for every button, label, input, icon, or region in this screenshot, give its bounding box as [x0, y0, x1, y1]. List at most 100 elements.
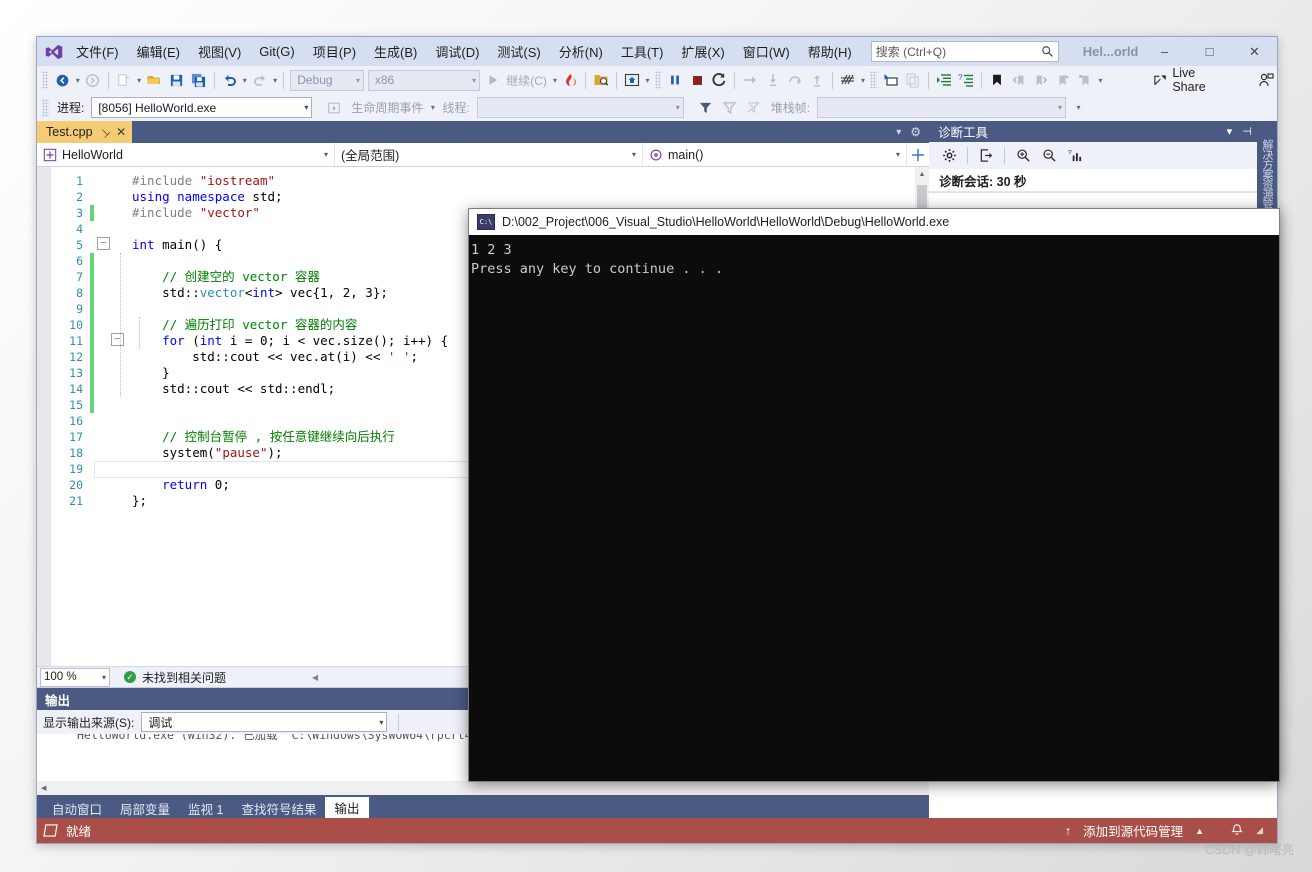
issue-nav-left-icon[interactable]: ◀	[312, 673, 318, 682]
browse-with-icon[interactable]	[590, 69, 612, 91]
restart-icon[interactable]	[708, 69, 730, 91]
save-all-icon[interactable]	[187, 69, 209, 91]
threads-icon[interactable]	[837, 69, 859, 91]
menu-item-help[interactable]: 帮助(H)	[799, 38, 861, 65]
fold-toggle-for[interactable]: –	[111, 333, 124, 346]
send-feedback-icon[interactable]	[1255, 69, 1277, 91]
navigate-back-dropdown[interactable]: ▾	[74, 69, 82, 91]
copy-icon[interactable]	[902, 69, 924, 91]
tab-test-cpp[interactable]: Test.cpp ⊣ ✕	[37, 121, 133, 143]
new-item-icon[interactable]	[113, 69, 135, 91]
tab-find-symbol-results[interactable]: 查找符号结果	[232, 798, 325, 818]
chevron-down-icon[interactable]: ▾	[1227, 125, 1233, 138]
toolbar-grip[interactable]	[42, 98, 49, 117]
close-button[interactable]: ✕	[1232, 37, 1277, 66]
menu-item-git[interactable]: Git(G)	[250, 40, 303, 63]
resize-grip[interactable]: ◢	[1256, 825, 1263, 836]
navigate-back-icon[interactable]	[51, 69, 73, 91]
toolbar-grip[interactable]	[42, 71, 49, 89]
help-indent-icon[interactable]: ?	[955, 69, 977, 91]
menu-item-build[interactable]: 生成(B)	[365, 38, 426, 65]
menu-item-edit[interactable]: 编辑(E)	[128, 38, 189, 65]
export-icon[interactable]	[974, 145, 998, 167]
source-control-label[interactable]: 添加到源代码管理	[1083, 821, 1183, 840]
bookmark-icon[interactable]	[986, 69, 1008, 91]
continue-play-icon[interactable]	[482, 69, 504, 91]
scroll-up-icon[interactable]: ▲	[915, 167, 929, 181]
undo-dropdown[interactable]: ▾	[241, 69, 249, 91]
filter-icon[interactable]	[694, 97, 718, 119]
navigate-forward-icon[interactable]	[82, 69, 104, 91]
new-item-dropdown[interactable]: ▾	[135, 69, 143, 91]
previous-bookmark-icon[interactable]	[1008, 69, 1030, 91]
search-input[interactable]: 搜索 (Ctrl+Q)	[870, 41, 1059, 62]
process-combo[interactable]: [8056] HelloWorld.exe ▾	[91, 97, 313, 118]
zoom-in-icon[interactable]	[1011, 145, 1035, 167]
maximize-button[interactable]: □	[1187, 37, 1232, 66]
close-icon[interactable]: ✕	[116, 125, 126, 139]
menu-item-test[interactable]: 测试(S)	[488, 38, 549, 65]
redo-dropdown[interactable]: ▾	[271, 69, 279, 91]
menu-item-window[interactable]: 窗口(W)	[734, 38, 799, 65]
menu-item-project[interactable]: 项目(P)	[304, 38, 365, 65]
zoom-level-combo[interactable]: 100 % ▾	[40, 667, 110, 687]
output-source-combo[interactable]: 调试 ▾	[141, 712, 388, 732]
menu-item-view[interactable]: 视图(V)	[189, 38, 250, 65]
stop-icon[interactable]	[686, 69, 708, 91]
gear-icon[interactable]	[937, 145, 961, 167]
show-next-statement-icon[interactable]	[739, 69, 761, 91]
open-folder-icon[interactable]	[143, 69, 165, 91]
bookmark-overflow-dropdown[interactable]: ▾	[1096, 69, 1104, 91]
stackframe-combo[interactable]: ▾	[817, 97, 1067, 118]
nav-scope-combo[interactable]: (全局范围) ▾	[335, 143, 643, 166]
undo-icon[interactable]	[219, 69, 241, 91]
console-window[interactable]: C:\ D:\002_Project\006_Visual_Studio\Hel…	[468, 208, 1280, 782]
menu-item-file[interactable]: 文件(F)	[67, 38, 128, 65]
step-out-icon[interactable]	[806, 69, 828, 91]
menu-item-tools[interactable]: 工具(T)	[612, 38, 673, 65]
chart-icon[interactable]: ?	[1063, 145, 1087, 167]
next-bookmark-icon[interactable]	[1030, 69, 1052, 91]
tab-locals[interactable]: 局部变量	[111, 798, 179, 818]
tab-watch1[interactable]: 监视 1	[179, 798, 232, 818]
redo-icon[interactable]	[249, 69, 271, 91]
gear-icon[interactable]: ⚙	[910, 125, 921, 139]
minimize-button[interactable]: –	[1142, 37, 1187, 66]
lifecycle-events-icon[interactable]	[322, 97, 346, 119]
no-filter-icon[interactable]	[742, 97, 766, 119]
save-icon[interactable]	[165, 69, 187, 91]
lifecycle-events-label[interactable]: 生命周期事件	[346, 99, 428, 116]
pin-icon[interactable]: ⊣	[1242, 125, 1252, 138]
source-control-caret[interactable]: ▲	[1195, 826, 1204, 836]
lifecycle-dropdown[interactable]: ▾	[428, 97, 437, 119]
bell-icon[interactable]	[1230, 823, 1244, 838]
chevron-down-icon[interactable]: ▾	[896, 127, 901, 138]
split-window-icon[interactable]	[907, 148, 929, 162]
indent-icon[interactable]	[933, 69, 955, 91]
tab-autos[interactable]: 自动窗口	[43, 798, 111, 818]
pause-icon[interactable]	[664, 69, 686, 91]
toolbar-grip[interactable]	[870, 71, 877, 89]
clear-bookmark-icon[interactable]	[1052, 69, 1074, 91]
clear-all-bookmarks-icon[interactable]	[1074, 69, 1096, 91]
fold-toggle-main[interactable]: –	[97, 237, 110, 250]
step-home-icon[interactable]	[621, 69, 643, 91]
tab-output[interactable]: 输出	[325, 797, 369, 818]
pin-icon[interactable]: ⊣	[96, 124, 112, 140]
menu-item-extensions[interactable]: 扩展(X)	[672, 38, 733, 65]
continue-dropdown[interactable]: ▾	[551, 69, 559, 91]
step-dropdown[interactable]: ▾	[643, 69, 651, 91]
output-horizontal-scrollbar[interactable]: ◀	[37, 781, 929, 795]
toolbar-grip[interactable]	[654, 71, 662, 89]
nav-project-combo[interactable]: HelloWorld ▾	[37, 143, 335, 166]
threads-dropdown[interactable]: ▾	[859, 69, 867, 91]
zoom-out-icon[interactable]	[1037, 145, 1061, 167]
live-share-button[interactable]: Live Share	[1147, 66, 1233, 94]
menu-item-analyze[interactable]: 分析(N)	[550, 38, 612, 65]
hot-reload-icon[interactable]	[559, 69, 581, 91]
solution-configuration-combo[interactable]: Debug ▾	[290, 69, 364, 91]
debug-toolbar-overflow[interactable]: ▾	[1074, 97, 1083, 119]
step-into-icon[interactable]	[761, 69, 783, 91]
debug-window-icon[interactable]	[880, 69, 902, 91]
solution-platform-combo[interactable]: x86 ▾	[367, 69, 481, 91]
